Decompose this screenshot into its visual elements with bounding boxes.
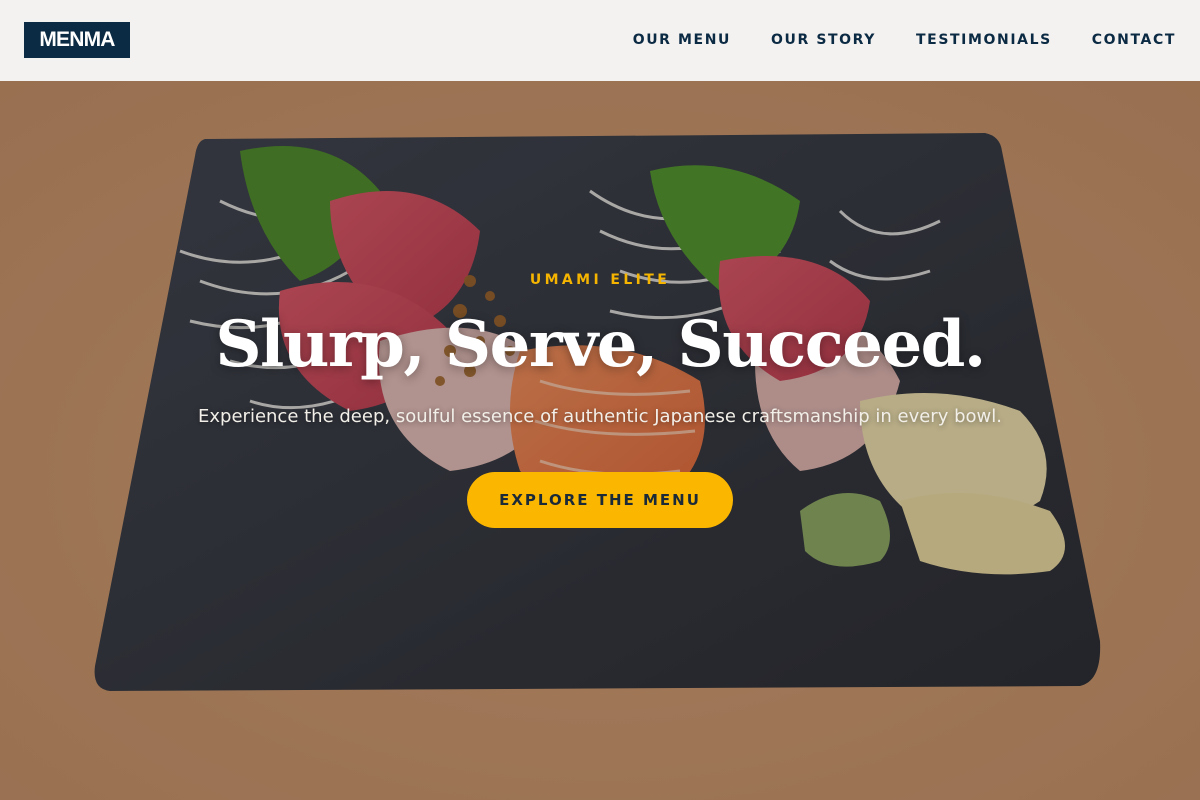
hero-eyebrow: UMAMI ELITE: [529, 272, 671, 288]
hero-headline: Slurp, Serve, Succeed.: [215, 307, 986, 382]
hero-subheadline: Experience the deep, soulful essence of …: [198, 406, 1002, 427]
nav-item-our-story[interactable]: OUR STORY: [771, 30, 876, 50]
hero-section: UMAMI ELITE Slurp, Serve, Succeed. Exper…: [0, 81, 1200, 800]
brand-logo[interactable]: MENMA: [24, 22, 130, 58]
nav-item-contact[interactable]: CONTACT: [1092, 30, 1176, 50]
nav-item-testimonials[interactable]: TESTIMONIALS: [916, 30, 1052, 50]
nav-item-our-menu[interactable]: OUR MENU: [633, 30, 731, 50]
explore-menu-button[interactable]: EXPLORE THE MENU: [467, 472, 733, 528]
site-header: MENMA OUR MENU OUR STORY TESTIMONIALS CO…: [0, 0, 1200, 81]
hero-content: UMAMI ELITE Slurp, Serve, Succeed. Exper…: [0, 81, 1200, 800]
main-nav: OUR MENU OUR STORY TESTIMONIALS CONTACT: [633, 30, 1176, 50]
